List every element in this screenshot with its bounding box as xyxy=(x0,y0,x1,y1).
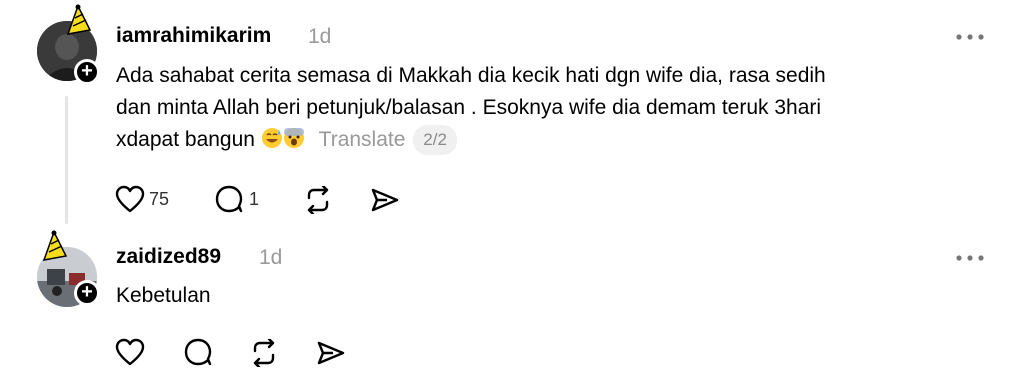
thread-connector xyxy=(65,96,68,224)
comment-text-line: Ada sahabat cerita semasa di Makkah dia … xyxy=(116,64,826,87)
share-icon xyxy=(371,188,399,212)
party-hat-icon xyxy=(66,4,92,35)
share-icon xyxy=(317,341,345,365)
comment-text: Kebetulan xyxy=(116,284,211,307)
repost-button[interactable] xyxy=(303,186,333,214)
comment-icon xyxy=(184,338,212,366)
repost-icon xyxy=(307,186,329,214)
fearful-face-emoji-icon xyxy=(283,128,304,148)
like-button[interactable] xyxy=(115,338,145,366)
comment-text-line: dan minta Allah beri petunjuk/balasan . … xyxy=(116,96,822,119)
heart-icon xyxy=(115,185,145,213)
comment-1: + iamrahimikarim 1d Ada sahabat cerita s… xyxy=(0,0,1024,228)
comment-2: + zaidized89 1d Kebetulan xyxy=(0,228,1024,390)
reply-count: 1 xyxy=(249,188,260,209)
reply-button[interactable]: 1 xyxy=(215,185,259,213)
party-hat-icon xyxy=(42,230,68,261)
follow-plus-icon[interactable]: + xyxy=(74,280,100,306)
share-button[interactable] xyxy=(316,340,346,366)
repost-icon xyxy=(253,339,275,367)
comment-icon xyxy=(215,185,243,213)
heart-icon xyxy=(115,338,145,366)
username[interactable]: zaidized89 xyxy=(116,245,221,269)
share-button[interactable] xyxy=(370,187,400,213)
comment-text: Ada sahabat cerita semasa di Makkah dia … xyxy=(116,60,996,156)
sweat-smile-emoji-icon xyxy=(261,128,282,148)
more-options-icon[interactable] xyxy=(955,33,985,41)
like-count: 75 xyxy=(149,188,170,209)
translate-link[interactable]: Translate xyxy=(319,128,406,151)
timestamp: 1d xyxy=(308,25,332,48)
timestamp: 1d xyxy=(259,246,283,269)
page-indicator-badge: 2/2 xyxy=(413,125,457,156)
username[interactable]: iamrahimikarim xyxy=(116,24,271,48)
more-options-icon[interactable] xyxy=(955,254,985,262)
comment-text-fragment: xdapat bangun xyxy=(116,128,255,151)
reply-button[interactable] xyxy=(184,338,214,366)
follow-plus-icon[interactable]: + xyxy=(74,59,100,85)
comment-text-line: xdapat bangun Translate 2/2 xyxy=(116,124,996,156)
like-button[interactable]: 75 xyxy=(115,185,169,213)
repost-button[interactable] xyxy=(249,339,279,367)
